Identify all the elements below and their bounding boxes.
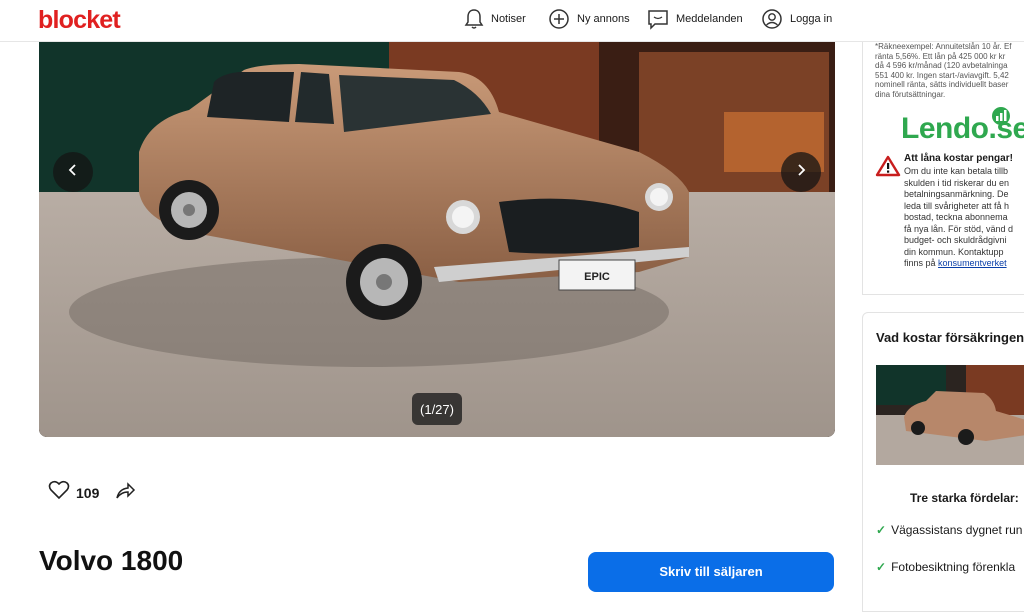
insurance-feature: ✓ Fotobesiktning förenkla	[876, 560, 1015, 574]
insurance-card[interactable]: Vad kostar försäkringen Tre starka förde…	[862, 312, 1024, 612]
image-gallery[interactable]: EPIC (1/27)	[39, 42, 835, 437]
car-photo: EPIC	[39, 42, 835, 437]
right-sidebar: *Räkneexempel: Annuitetslån 10 år. Ef rä…	[862, 42, 1024, 612]
favorite-count: 109	[76, 484, 100, 501]
bell-icon	[464, 8, 484, 30]
insurance-car-image	[876, 365, 1024, 465]
previous-image-button[interactable]	[53, 152, 93, 192]
nav-ny-annons-label: Ny annons	[577, 13, 630, 25]
loan-warning-text: Om du inte kan betala tillb skulden i ti…	[904, 166, 1024, 270]
nav-meddelanden-label: Meddelanden	[676, 13, 743, 25]
warning-icon	[875, 155, 901, 182]
favorite-button[interactable]: 109	[48, 480, 99, 505]
check-icon: ✓	[876, 560, 887, 574]
nav-ny-annons[interactable]: Ny annons	[548, 7, 630, 31]
check-icon: ✓	[876, 523, 887, 537]
share-icon	[114, 482, 136, 505]
lendo-chart-icon	[991, 106, 1011, 131]
next-image-button[interactable]	[781, 152, 821, 192]
loan-warning-body: Om du inte kan betala tillb skulden i ti…	[904, 166, 1014, 268]
listing-title: Volvo 1800	[39, 545, 184, 576]
user-icon	[761, 8, 783, 30]
chevron-left-icon	[67, 163, 79, 182]
contact-seller-button[interactable]: Skriv till säljaren	[588, 552, 834, 592]
chat-icon	[647, 8, 669, 30]
insurance-title: Vad kostar försäkringen	[876, 330, 1024, 345]
license-plate: EPIC	[584, 271, 610, 283]
insurance-subtitle: Tre starka fördelar:	[910, 491, 1019, 505]
image-counter: (1/27)	[412, 393, 462, 425]
loan-ad[interactable]: *Räkneexempel: Annuitetslån 10 år. Ef rä…	[862, 42, 1024, 295]
loan-fine-print: *Räkneexempel: Annuitetslån 10 år. Ef rä…	[875, 42, 1012, 99]
insurance-feature: ✓ Vägassistans dygnet run	[876, 523, 1022, 537]
blocket-logo[interactable]: blocket	[38, 6, 121, 35]
nav-logga-in-label: Logga in	[790, 13, 833, 25]
nav-logga-in[interactable]: Logga in	[761, 7, 832, 31]
nav-notiser[interactable]: Notiser	[464, 7, 526, 31]
insurance-feature-label: Vägassistans dygnet run	[891, 523, 1023, 537]
konsumentverket-link[interactable]: konsumentverket	[938, 258, 1007, 268]
loan-warning-title: Att låna kostar pengar!	[904, 153, 1013, 164]
share-button[interactable]	[114, 481, 136, 506]
top-navigation-bar: blocket Notiser Ny annons Meddelanden Lo…	[0, 0, 1024, 42]
insurance-feature-label: Fotobesiktning förenkla	[891, 560, 1016, 574]
plus-circle-icon	[548, 8, 570, 30]
chevron-right-icon	[795, 163, 807, 182]
nav-meddelanden[interactable]: Meddelanden	[647, 7, 743, 31]
nav-notiser-label: Notiser	[491, 13, 526, 25]
heart-icon	[48, 480, 70, 505]
